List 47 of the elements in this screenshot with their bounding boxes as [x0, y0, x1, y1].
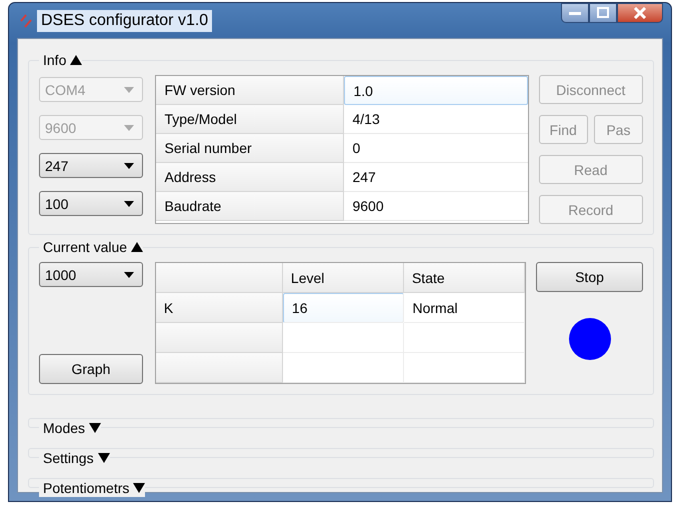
dropdown-arrow-icon — [124, 162, 134, 168]
row-header: FW version — [156, 76, 344, 105]
row-header: Type/Model — [156, 105, 344, 134]
dropdown-arrow-icon — [124, 124, 134, 130]
expand-arrow-icon[interactable] — [133, 483, 146, 493]
table-cell[interactable]: 247 — [344, 163, 528, 192]
dropdown[interactable]: 1000 — [39, 262, 143, 287]
dropdown[interactable]: 100 — [39, 191, 144, 216]
table-cell[interactable] — [404, 323, 526, 353]
section-title: Potentiometrs — [43, 480, 130, 496]
minimize-button[interactable] — [561, 3, 589, 23]
stop-button[interactable]: Stop — [536, 262, 643, 292]
window-title: DSES configurator v1.0 — [37, 10, 212, 32]
column-header: Level — [282, 263, 404, 293]
app-icon — [19, 12, 33, 28]
table-cell[interactable] — [282, 323, 404, 353]
collapse-arrow-icon[interactable] — [131, 242, 144, 252]
column-header: State — [404, 263, 526, 293]
row-header: Baudrate — [156, 192, 344, 221]
dropdown-arrow-icon — [124, 272, 134, 278]
graph-button[interactable]: Graph — [39, 354, 143, 384]
maximize-button[interactable] — [589, 3, 617, 23]
group-title: Info — [43, 52, 66, 68]
dropdown-arrow-icon — [124, 86, 134, 92]
table-cell[interactable]: 0 — [344, 134, 528, 163]
minimize-icon — [568, 10, 582, 16]
maximize-icon — [596, 7, 610, 19]
close-button[interactable] — [617, 3, 663, 23]
dropdown-arrow-icon — [124, 200, 134, 206]
row-header: K — [156, 293, 283, 323]
table-cell[interactable]: 16 — [282, 293, 404, 323]
section-title: Modes — [43, 420, 86, 436]
row-header: Address — [156, 163, 344, 192]
dropdown[interactable]: 247 — [39, 153, 144, 178]
expand-arrow-icon[interactable] — [89, 423, 102, 433]
close-icon — [633, 7, 647, 19]
group-title: Current value — [43, 239, 128, 255]
table-cell[interactable] — [404, 353, 526, 383]
table-cell[interactable]: Normal — [404, 293, 526, 323]
table-cell[interactable] — [282, 353, 404, 383]
expand-arrow-icon[interactable] — [98, 453, 110, 463]
row-header: Serial number — [156, 134, 344, 163]
table-cell[interactable]: 1.0 — [344, 76, 528, 105]
table-cell[interactable]: 4/13 — [344, 105, 528, 134]
section-title: Settings — [43, 450, 94, 466]
collapse-arrow-icon[interactable] — [70, 55, 82, 65]
table-cell[interactable]: 9600 — [344, 192, 528, 221]
